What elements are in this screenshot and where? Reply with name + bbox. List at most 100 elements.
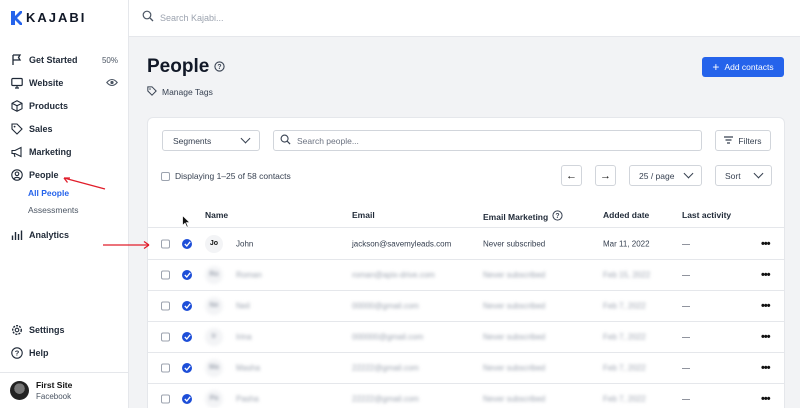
search-icon [142, 9, 154, 27]
contact-last-activity: — [682, 301, 690, 310]
search-icon [280, 134, 291, 147]
table-row[interactable]: Ro Roman roman@apix-drive.com Never subscri… [148, 259, 784, 290]
sidebar-item-help[interactable]: ? Help [10, 344, 118, 362]
filters-button[interactable]: Filters [715, 130, 771, 151]
column-header-email[interactable]: Email [352, 210, 375, 220]
row-checkbox[interactable] [161, 363, 170, 372]
page-title: People ? [147, 56, 225, 78]
contact-added-date: Mar 11, 2022 [603, 239, 650, 248]
table-row[interactable]: Ir Irina 000000@gmail.com Never subscribed F… [148, 321, 784, 352]
sidebar-item-analytics[interactable]: Analytics [10, 226, 118, 244]
check-circle-icon[interactable] [182, 331, 192, 342]
svg-text:?: ? [556, 213, 560, 220]
sidebar-item-marketing[interactable]: Marketing [10, 143, 118, 161]
arrow-left-icon: ← [566, 169, 577, 182]
sidebar-item-label: Sales [29, 124, 53, 134]
gear-icon [10, 324, 23, 337]
row-checkbox[interactable] [161, 239, 170, 248]
segments-dropdown[interactable]: Segments [162, 130, 260, 151]
contact-name[interactable]: Roman [236, 270, 262, 279]
table-row[interactable]: Pa Pasha 22222@gmail.com Never subscribed Fe… [148, 383, 784, 408]
check-circle-icon[interactable] [182, 269, 192, 280]
contact-email: 22222@gmail.com [352, 394, 419, 403]
more-options-icon[interactable]: ••• [761, 393, 771, 405]
check-circle-icon[interactable] [182, 362, 192, 373]
contact-initials: Ne [205, 296, 223, 315]
sidebar-item-website[interactable]: Website [10, 74, 118, 92]
filters-label: Filters [738, 135, 762, 146]
table-row[interactable]: Ma Masha 22222@gmail.com Never subscribed Fe… [148, 352, 784, 383]
tag-icon [147, 86, 157, 98]
manage-tags-label: Manage Tags [162, 87, 213, 97]
check-circle-icon[interactable] [182, 238, 192, 249]
sidebar-item-settings[interactable]: Settings [10, 321, 118, 339]
row-checkbox[interactable] [161, 270, 170, 279]
plus-icon: + [712, 60, 720, 74]
prev-page-button[interactable]: ← [561, 165, 582, 186]
brand-name: KAJABI [26, 10, 87, 25]
contact-email: jackson@savemyleads.com [352, 239, 452, 248]
sidebar-item-label: Marketing [29, 147, 72, 157]
contact-name[interactable]: Irina [236, 332, 252, 341]
select-all-checkbox[interactable] [161, 171, 170, 181]
eye-icon[interactable] [106, 78, 118, 89]
contact-email-marketing: Never subscribed [483, 301, 546, 310]
column-header-last-activity[interactable]: Last activity [682, 210, 731, 220]
row-checkbox[interactable] [161, 301, 170, 310]
contact-email-marketing: Never subscribed [483, 363, 546, 372]
more-options-icon[interactable]: ••• [761, 269, 771, 281]
row-checkbox[interactable] [161, 332, 170, 341]
more-options-icon[interactable]: ••• [761, 238, 771, 250]
sidebar-item-get-started[interactable]: Get Started 50% [10, 51, 118, 69]
more-options-icon[interactable]: ••• [761, 331, 771, 343]
sidebar-item-label: Get Started [29, 55, 78, 65]
column-header-email-marketing[interactable]: Email Marketing ? [483, 210, 563, 223]
contact-last-activity: — [682, 270, 690, 279]
column-header-name[interactable]: Name [205, 210, 228, 220]
contact-email-marketing: Never subscribed [483, 239, 546, 248]
add-contacts-button[interactable]: + Add contacts [702, 57, 784, 77]
top-search-bar[interactable]: Search Kajabi... [129, 0, 800, 37]
sidebar-subitem-assessments[interactable]: Assessments [28, 205, 79, 215]
sidebar-item-products[interactable]: Products [10, 97, 118, 115]
sidebar: KAJABI Get Started 50% Website Products … [0, 0, 129, 408]
box-icon [10, 100, 23, 113]
more-options-icon[interactable]: ••• [761, 362, 771, 374]
column-header-added-date[interactable]: Added date [603, 210, 649, 220]
help-circle-icon[interactable]: ? [552, 210, 563, 223]
table-row[interactable]: Ne Neil 00000@gmail.com Never subscribed Feb… [148, 290, 784, 321]
search-input[interactable]: Search Kajabi... [160, 13, 224, 23]
contact-email-marketing: Never subscribed [483, 270, 546, 279]
contact-email: 000000@gmail.com [352, 332, 424, 341]
row-checkbox[interactable] [161, 394, 170, 403]
segments-label: Segments [173, 135, 212, 146]
search-people-input[interactable]: Search people... [273, 130, 702, 151]
contact-name[interactable]: John [236, 239, 253, 248]
contact-email-marketing: Never subscribed [483, 332, 546, 341]
sort-select[interactable]: Sort [715, 165, 772, 186]
sidebar-item-sales[interactable]: Sales [10, 120, 118, 138]
kajabi-logo[interactable]: KAJABI [11, 10, 86, 25]
column-header-label: Email Marketing [483, 211, 549, 222]
help-circle-icon[interactable]: ? [214, 56, 225, 78]
more-options-icon[interactable]: ••• [761, 300, 771, 312]
next-page-button[interactable]: → [595, 165, 616, 186]
profile-switcher[interactable]: First Site Facebook [0, 372, 128, 408]
check-circle-icon[interactable] [182, 300, 192, 311]
per-page-select[interactable]: 25 / page [629, 165, 702, 186]
add-contacts-label: Add contacts [724, 62, 774, 72]
contact-initials: Ma [205, 358, 223, 377]
contact-name[interactable]: Neil [236, 301, 250, 310]
table-row[interactable]: Jo John jackson@savemyleads.com Never subsc… [148, 228, 784, 259]
people-table-card: Segments Search people... Filters Displa… [147, 117, 785, 408]
contact-initials: Ir [205, 327, 223, 346]
manage-tags-link[interactable]: Manage Tags [147, 86, 213, 98]
contact-email-marketing: Never subscribed [483, 394, 546, 403]
contact-name[interactable]: Masha [236, 363, 260, 372]
contact-last-activity: — [682, 363, 690, 372]
check-circle-icon[interactable] [182, 393, 192, 404]
contact-added-date: Feb 7, 2022 [603, 363, 646, 372]
displaying-count: Displaying 1–25 of 58 contacts [175, 171, 291, 181]
annotation-arrow-row [103, 237, 151, 250]
contact-name[interactable]: Pasha [236, 394, 259, 403]
